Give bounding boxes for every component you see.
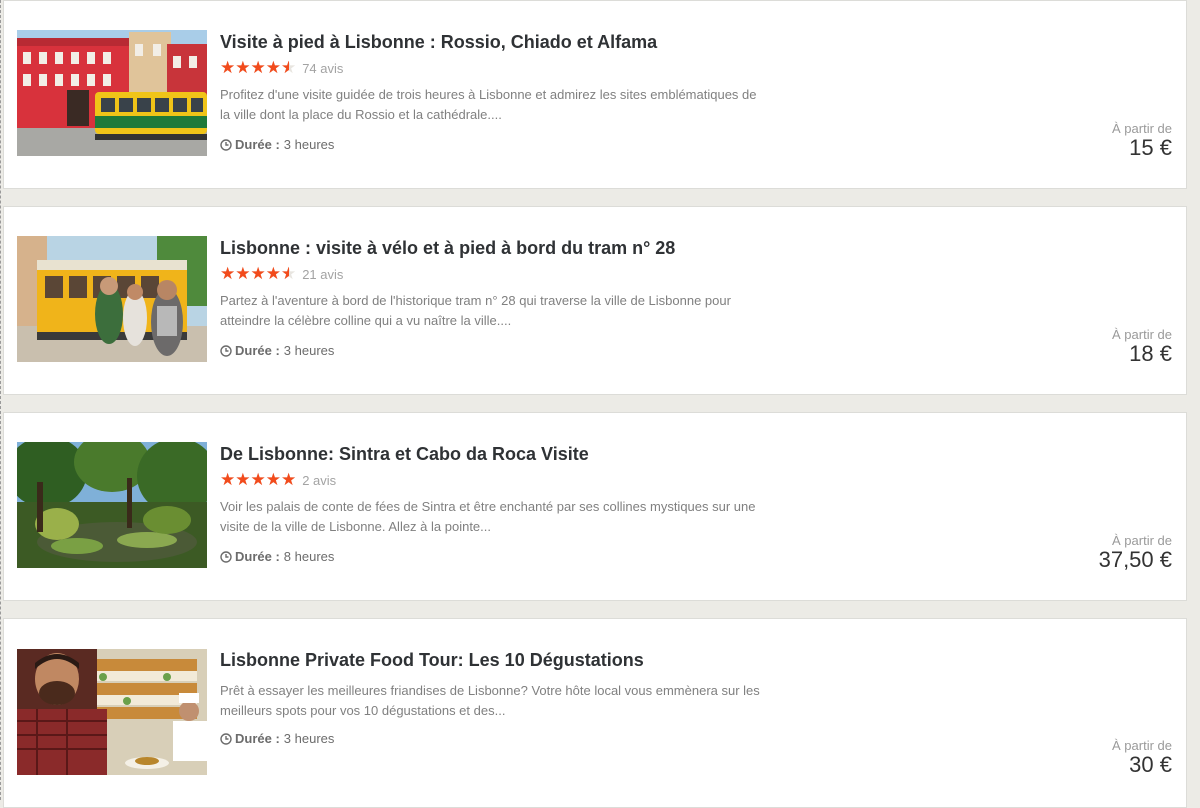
review-count[interactable]: 2 avis	[302, 473, 336, 488]
tour-image[interactable]	[17, 30, 207, 156]
tour-duration: Durée : 3 heures	[220, 137, 334, 152]
rating: ★★★★★ ★★★★★ 2 avis	[220, 471, 336, 489]
tram-28-boarding-photo	[17, 236, 207, 362]
tour-image[interactable]	[17, 442, 207, 568]
duration-value: 3 heures	[283, 137, 335, 152]
rating: ★★★★★ ★★★★★ 21 avis	[220, 265, 343, 283]
tour-description: Voir les palais de conte de fées de Sint…	[220, 499, 756, 534]
clock-icon	[220, 344, 232, 357]
star-icon: ★★★★★	[220, 59, 289, 77]
clock-icon	[220, 138, 232, 151]
tour-title[interactable]: Lisbonne Private Food Tour: Les 10 Dégus…	[220, 650, 644, 671]
tour-price: 18 €	[1129, 341, 1172, 366]
tour-description: Prêt à essayer les meilleures friandises…	[220, 683, 760, 718]
tour-title[interactable]: Visite à pied à Lisbonne : Rossio, Chiad…	[220, 32, 657, 53]
tour-card[interactable]: Lisbonne : visite à vélo et à pied à bor…	[3, 206, 1187, 395]
tour-title[interactable]: Lisbonne : visite à vélo et à pied à bor…	[220, 238, 675, 259]
star-icon: ★★★★★	[220, 265, 289, 283]
tour-card[interactable]: Visite à pied à Lisbonne : Rossio, Chiad…	[3, 0, 1187, 189]
duration-value: 3 heures	[283, 731, 335, 746]
star-rating: ★★★★★ ★★★★★	[220, 58, 297, 77]
tour-image[interactable]	[17, 649, 207, 775]
price-from-label: À partir de	[1112, 121, 1172, 136]
page-left-border	[0, 0, 1, 800]
duration-label: Durée :	[235, 549, 280, 564]
tour-price: 15 €	[1129, 135, 1172, 160]
rating: ★★★★★ ★★★★★ 74 avis	[220, 59, 343, 77]
tour-card[interactable]: Lisbonne Private Food Tour: Les 10 Dégus…	[3, 618, 1187, 808]
tour-title[interactable]: De Lisbonne: Sintra et Cabo da Roca Visi…	[220, 444, 589, 465]
star-rating: ★★★★★ ★★★★★	[220, 264, 297, 283]
tour-price: 30 €	[1129, 752, 1172, 777]
tour-duration: Durée : 8 heures	[220, 549, 334, 564]
clock-icon	[220, 550, 232, 563]
review-count[interactable]: 21 avis	[302, 267, 343, 282]
duration-value: 8 heures	[283, 549, 335, 564]
tour-description: Partez à l'aventure à bord de l'historiq…	[220, 293, 731, 328]
star-rating: ★★★★★ ★★★★★	[220, 470, 297, 489]
clock-icon	[220, 732, 232, 745]
tour-card[interactable]: De Lisbonne: Sintra et Cabo da Roca Visi…	[3, 412, 1187, 601]
lisbon-square-tram-photo	[17, 30, 207, 156]
star-icon: ★★★★★	[220, 471, 297, 489]
duration-label: Durée :	[235, 343, 280, 358]
tour-description: Profitez d'une visite guidée de trois he…	[220, 87, 757, 122]
food-tour-pastry-shop-photo	[17, 649, 207, 775]
price-from-label: À partir de	[1112, 533, 1172, 548]
price-from-label: À partir de	[1112, 738, 1172, 753]
tour-price: 37,50 €	[1098, 547, 1172, 572]
duration-label: Durée :	[235, 731, 280, 746]
review-count[interactable]: 74 avis	[302, 61, 343, 76]
sintra-forest-pond-photo	[17, 442, 207, 568]
price-from-label: À partir de	[1112, 327, 1172, 342]
tour-image[interactable]	[17, 236, 207, 362]
duration-value: 3 heures	[283, 343, 335, 358]
tour-duration: Durée : 3 heures	[220, 343, 334, 358]
duration-label: Durée :	[235, 137, 280, 152]
tour-duration: Durée : 3 heures	[220, 731, 334, 746]
